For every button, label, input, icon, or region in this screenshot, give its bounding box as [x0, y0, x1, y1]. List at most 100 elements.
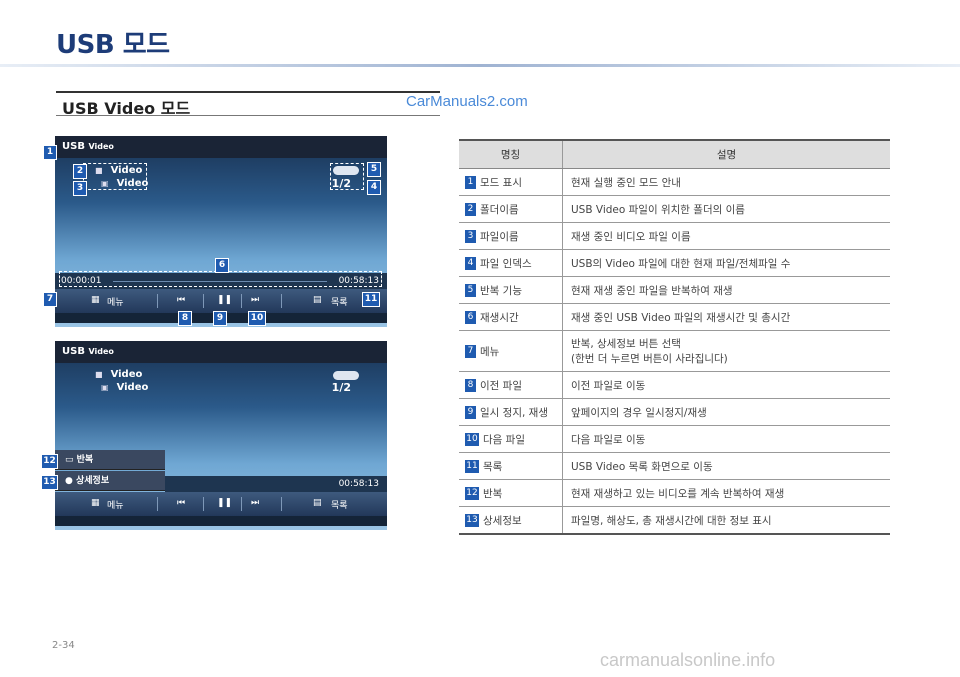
row-number-badge: 6 [465, 311, 476, 324]
watermark-bottom: carmanualsonline.info [600, 650, 776, 670]
callout-badge-8: 8 [178, 311, 192, 326]
callout-frame-names [83, 163, 147, 190]
next-file-icon[interactable]: ⏭ [251, 498, 259, 508]
row-description: 이전 파일로 이동 [562, 371, 890, 399]
table-row: 12 반복 현재 재생하고 있는 비디오를 계속 반복하여 재생 [459, 479, 890, 507]
row-name: 파일 인덱스 [480, 257, 532, 270]
total-time: 00:58:13 [338, 479, 379, 489]
table-header-row: 명칭 설명 [459, 139, 890, 169]
watermark-top: CarManuals2.com [406, 93, 528, 110]
row-description: 앞페이지의 경우 일시정지/재생 [562, 398, 890, 426]
mode-header-label: USB [62, 346, 85, 357]
callout-frame-index [330, 163, 364, 190]
row-number-badge: 8 [465, 379, 476, 392]
row-description: 현재 재생하고 있는 비디오를 계속 반복하여 재생 [562, 479, 890, 507]
callout-badge-2: 2 [73, 164, 87, 179]
info-icon: ● [65, 476, 76, 486]
video-file-icon: ▣ [101, 383, 109, 392]
row-number-badge: 1 [465, 176, 476, 189]
control-bar: ▦ 메뉴 ⏮ ❚❚ ⏭ ▤ 목록 [55, 289, 387, 313]
callout-badge-11: 11 [362, 292, 380, 307]
row-name: 모드 표시 [480, 176, 522, 189]
row-description: 재생 중인 비디오 파일 이름 [562, 222, 890, 250]
table-row: 3 파일이름 재생 중인 비디오 파일 이름 [459, 222, 890, 250]
divider [203, 497, 204, 511]
row-description: 재생 중인 USB Video 파일의 재생시간 및 총시간 [562, 303, 890, 331]
page-number: 2-34 [52, 640, 75, 651]
row-name: 일시 정지, 재생 [480, 406, 548, 419]
pause-icon[interactable]: ❚❚ [217, 498, 232, 508]
table-row: 7 메뉴 반복, 상세정보 버튼 선택 (한번 더 누르면 버튼이 사라집니다) [459, 330, 890, 372]
list-icon[interactable]: ▤ [313, 295, 322, 305]
previous-file-icon[interactable]: ⏮ [177, 295, 185, 305]
row-name: 반복 [483, 487, 503, 500]
row-number-badge: 3 [465, 230, 476, 243]
row-number-badge: 2 [465, 203, 476, 216]
file-index: 1/2 [331, 381, 351, 394]
divider [203, 294, 204, 308]
callout-badge-12: 12 [41, 454, 58, 469]
file-name: Video [116, 382, 149, 393]
next-file-icon[interactable]: ⏭ [251, 295, 259, 305]
menu-grid-icon[interactable]: ▦ [91, 295, 100, 305]
folder-name-row: ■ Video [95, 369, 142, 380]
table-row: 4 파일 인덱스 USB의 Video 파일에 대한 현재 파일/전체파일 수 [459, 249, 890, 277]
list-button[interactable]: 목록 [331, 498, 348, 511]
row-number-badge: 12 [465, 487, 479, 500]
playback-time-bar[interactable]: 00:58:13 [165, 476, 387, 492]
callout-badge-1: 1 [43, 145, 57, 160]
table-row: 11 목록 USB Video 목록 화면으로 이동 [459, 452, 890, 480]
row-name: 폴더이름 [480, 203, 519, 216]
menu-button[interactable]: 메뉴 [107, 295, 124, 308]
folder-icon: ■ [95, 370, 103, 379]
row-name: 재생시간 [480, 311, 519, 324]
callout-badge-7: 7 [43, 292, 57, 307]
callout-badge-6: 6 [215, 258, 229, 273]
row-number-badge: 5 [465, 284, 476, 297]
callout-badge-5: 5 [367, 162, 381, 177]
pause-icon[interactable]: ❚❚ [217, 295, 232, 305]
callout-badge-10: 10 [248, 311, 266, 326]
row-description: 다음 파일로 이동 [562, 425, 890, 453]
usb-video-screen-2: USB Video ■ Video ▣ Video 1/2 ▭ 반복 ● 상세정보 … [55, 341, 387, 530]
repeat-button[interactable]: ▭ 반복 [55, 450, 165, 470]
divider [157, 497, 158, 511]
callout-badge-13: 13 [41, 475, 58, 490]
repeat-indicator-icon [333, 371, 359, 380]
list-button[interactable]: 목록 [331, 295, 348, 308]
row-description: 현재 재생 중인 파일을 반복하여 재생 [562, 276, 890, 304]
control-bar: ▦ 메뉴 ⏮ ❚❚ ⏭ ▤ 목록 [55, 492, 387, 516]
menu-grid-icon[interactable]: ▦ [91, 498, 100, 508]
row-number-badge: 11 [465, 460, 479, 473]
row-name: 이전 파일 [480, 379, 522, 392]
table-row: 6 재생시간 재생 중인 USB Video 파일의 재생시간 및 총시간 [459, 303, 890, 331]
repeat-button-label: 반복 [76, 455, 94, 465]
row-description: USB Video 파일이 위치한 폴더의 이름 [562, 195, 890, 223]
mode-header: USB Video [55, 136, 387, 158]
row-number-badge: 7 [465, 345, 476, 358]
folder-name: Video [110, 369, 143, 380]
row-name: 메뉴 [480, 345, 500, 358]
table-row: 13 상세정보 파일명, 해상도, 총 재생시간에 대한 정보 표시 [459, 506, 890, 535]
callout-badge-4: 4 [367, 180, 381, 195]
row-name: 반복 기능 [480, 284, 522, 297]
divider [281, 497, 282, 511]
table-row: 10 다음 파일 다음 파일로 이동 [459, 425, 890, 453]
previous-file-icon[interactable]: ⏮ [177, 498, 185, 508]
screen-bottom-strip [55, 516, 387, 526]
title-divider [0, 64, 960, 67]
table-row: 2 폴더이름 USB Video 파일이 위치한 폴더의 이름 [459, 195, 890, 223]
table-row: 8 이전 파일 이전 파일로 이동 [459, 371, 890, 399]
list-icon[interactable]: ▤ [313, 498, 322, 508]
detail-info-button-label: 상세정보 [76, 476, 110, 486]
row-description-note: (한번 더 누르면 버튼이 사라집니다) [571, 353, 728, 365]
row-description: USB의 Video 파일에 대한 현재 파일/전체파일 수 [562, 249, 890, 277]
divider [241, 497, 242, 511]
mode-header-sub: Video [88, 142, 114, 151]
detail-info-button[interactable]: ● 상세정보 [55, 471, 165, 491]
row-name: 파일이름 [480, 230, 519, 243]
row-description: 파일명, 해상도, 총 재생시간에 대한 정보 표시 [562, 506, 890, 535]
divider [281, 294, 282, 308]
mode-header-sub: Video [88, 347, 114, 356]
menu-button[interactable]: 메뉴 [107, 498, 124, 511]
